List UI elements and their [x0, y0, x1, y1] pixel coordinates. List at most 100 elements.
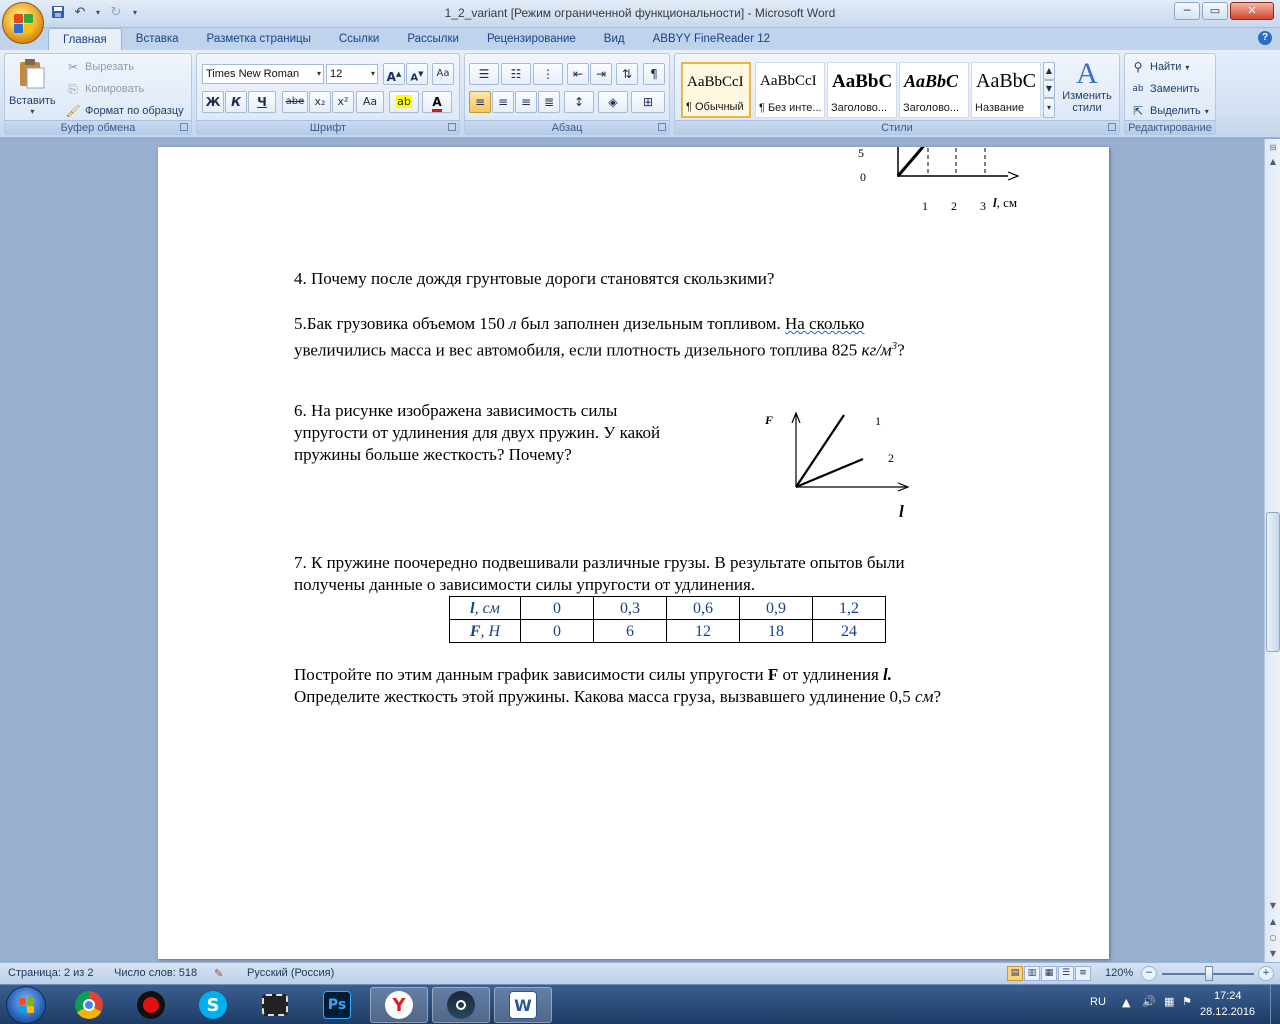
- change-case-button[interactable]: Aa: [356, 91, 384, 113]
- show-marks-button[interactable]: ¶: [643, 63, 665, 85]
- taskbar-app-yandex[interactable]: Y: [370, 987, 428, 1023]
- tab-page-layout[interactable]: Разметка страницы: [193, 28, 325, 50]
- maximize-button[interactable]: ▭: [1202, 2, 1228, 20]
- styles-more-button[interactable]: ▾: [1043, 98, 1055, 118]
- spellcheck-icon[interactable]: ✎: [214, 967, 223, 980]
- style-heading-2[interactable]: AaBbC Заголово...: [899, 62, 969, 118]
- action-center-icon[interactable]: ⚑: [1182, 995, 1192, 1008]
- zoom-level[interactable]: 120%: [1105, 967, 1133, 979]
- tab-insert[interactable]: Вставка: [122, 28, 193, 50]
- help-icon[interactable]: ?: [1258, 31, 1272, 45]
- paragraph-launcher-icon[interactable]: [658, 123, 666, 131]
- styles-launcher-icon[interactable]: [1108, 123, 1116, 131]
- document-page[interactable]: 5 0 1 2 3 l, см 4. Почему после дождя гр…: [158, 147, 1109, 959]
- font-launcher-icon[interactable]: [448, 123, 456, 131]
- bold-button[interactable]: Ж: [202, 91, 224, 113]
- vertical-scrollbar[interactable]: ⊟ ▲ ▼ ▲ ○ ▼: [1264, 139, 1280, 962]
- word-count[interactable]: Число слов: 518: [114, 967, 197, 979]
- page-count[interactable]: Страница: 2 из 2: [8, 967, 94, 979]
- show-hidden-icons[interactable]: ▲: [1122, 996, 1130, 1009]
- find-button[interactable]: ⚲ Найти ▾: [1130, 59, 1190, 75]
- ruler-toggle-icon[interactable]: ⊟: [1266, 141, 1280, 155]
- full-screen-view-button[interactable]: ▥: [1024, 966, 1040, 981]
- taskbar-app-skype[interactable]: S: [184, 987, 242, 1023]
- multilevel-list-button[interactable]: ⋮: [533, 63, 563, 85]
- web-layout-view-button[interactable]: ▦: [1041, 966, 1057, 981]
- highlight-button[interactable]: ab: [389, 91, 419, 113]
- clock-time[interactable]: 17:24: [1214, 990, 1242, 1002]
- cut-button[interactable]: ✂ Вырезать: [65, 59, 134, 75]
- align-left-button[interactable]: ≡: [469, 91, 491, 113]
- previous-page-button[interactable]: ▲: [1266, 915, 1280, 929]
- strikethrough-button[interactable]: abe: [282, 91, 308, 113]
- align-right-button[interactable]: ≡: [515, 91, 537, 113]
- clipboard-launcher-icon[interactable]: [180, 123, 188, 131]
- next-page-button[interactable]: ▼: [1266, 947, 1280, 961]
- underline-button[interactable]: Ч: [248, 91, 276, 113]
- outline-view-button[interactable]: ☰: [1058, 966, 1074, 981]
- zoom-slider-thumb[interactable]: [1205, 966, 1213, 981]
- decrease-indent-button[interactable]: ⇤: [567, 63, 589, 85]
- paste-button[interactable]: Вставить ▾: [9, 58, 56, 116]
- show-desktop-button[interactable]: [1270, 985, 1280, 1024]
- style-normal[interactable]: AaBbCcI ¶ Обычный: [681, 62, 751, 118]
- zoom-in-button[interactable]: +: [1258, 966, 1274, 981]
- scroll-down-button[interactable]: ▼: [1266, 899, 1280, 913]
- minimize-button[interactable]: ─: [1174, 2, 1200, 20]
- italic-button[interactable]: К: [225, 91, 247, 113]
- increase-indent-button[interactable]: ⇥: [590, 63, 612, 85]
- taskbar-app-word[interactable]: W: [494, 987, 552, 1023]
- taskbar-app-recorder[interactable]: [122, 987, 180, 1023]
- browse-object-button[interactable]: ○: [1266, 931, 1280, 945]
- tab-mailings[interactable]: Рассылки: [393, 28, 473, 50]
- grow-font-button[interactable]: A▲: [383, 63, 405, 85]
- select-button[interactable]: ⇱ Выделить ▾: [1130, 103, 1209, 119]
- numbering-button[interactable]: ☷: [501, 63, 531, 85]
- language-indicator[interactable]: Русский (Россия): [247, 967, 334, 979]
- replace-button[interactable]: ab Заменить: [1130, 81, 1199, 97]
- font-size-combo[interactable]: 12 ▾: [326, 64, 378, 84]
- borders-button[interactable]: ⊞: [631, 91, 665, 113]
- style-no-spacing[interactable]: AaBbCcI ¶ Без инте...: [755, 62, 825, 118]
- taskbar-app-photoshop[interactable]: Ps: [308, 987, 366, 1023]
- taskbar-app-video[interactable]: [246, 987, 304, 1023]
- styles-scroll-up-button[interactable]: ▲: [1043, 62, 1055, 80]
- tab-home[interactable]: Главная: [48, 28, 122, 50]
- start-button[interactable]: [6, 986, 46, 1024]
- taskbar-app-chrome[interactable]: [60, 987, 118, 1023]
- justify-button[interactable]: ≣: [538, 91, 560, 113]
- network-icon[interactable]: ▦: [1164, 995, 1174, 1008]
- office-button[interactable]: [2, 2, 44, 44]
- style-title[interactable]: AaBbC Название: [971, 62, 1041, 118]
- tab-references[interactable]: Ссылки: [325, 28, 394, 50]
- shading-button[interactable]: ◈: [598, 91, 628, 113]
- volume-icon[interactable]: 🔊: [1142, 995, 1156, 1008]
- document-area[interactable]: 5 0 1 2 3 l, см 4. Почему после дождя гр…: [0, 139, 1264, 962]
- shrink-font-button[interactable]: A▼: [406, 63, 428, 85]
- tab-abbyy[interactable]: ABBYY FineReader 12: [639, 28, 784, 50]
- taskbar-app-steam[interactable]: [432, 987, 490, 1023]
- font-color-button[interactable]: A: [422, 91, 452, 113]
- print-layout-view-button[interactable]: ▤: [1007, 966, 1023, 981]
- align-center-button[interactable]: ≡: [492, 91, 514, 113]
- clear-format-button[interactable]: Aa: [432, 63, 454, 85]
- change-styles-button[interactable]: A Изменить стили: [1059, 58, 1115, 115]
- bullets-button[interactable]: ☰: [469, 63, 499, 85]
- sort-button[interactable]: ⇅: [616, 63, 638, 85]
- keyboard-language[interactable]: RU: [1090, 996, 1106, 1008]
- superscript-button[interactable]: x²: [332, 91, 354, 113]
- style-heading-1[interactable]: AaBbC Заголово...: [827, 62, 897, 118]
- font-name-combo[interactable]: Times New Roman ▾: [202, 64, 324, 84]
- line-spacing-button[interactable]: ↕: [564, 91, 594, 113]
- scrollbar-thumb[interactable]: [1266, 512, 1280, 652]
- zoom-out-button[interactable]: −: [1141, 966, 1157, 981]
- format-painter-button[interactable]: 🖌 Формат по образцу: [65, 103, 183, 119]
- scroll-up-button[interactable]: ▲: [1266, 155, 1280, 169]
- styles-scroll-down-button[interactable]: ▼: [1043, 80, 1055, 98]
- close-button[interactable]: ✕: [1230, 2, 1274, 20]
- clock-date[interactable]: 28.12.2016: [1200, 1006, 1255, 1018]
- tab-review[interactable]: Рецензирование: [473, 28, 590, 50]
- copy-button[interactable]: ⎘ Копировать: [65, 81, 144, 97]
- draft-view-button[interactable]: ≡: [1075, 966, 1091, 981]
- tab-view[interactable]: Вид: [590, 28, 639, 50]
